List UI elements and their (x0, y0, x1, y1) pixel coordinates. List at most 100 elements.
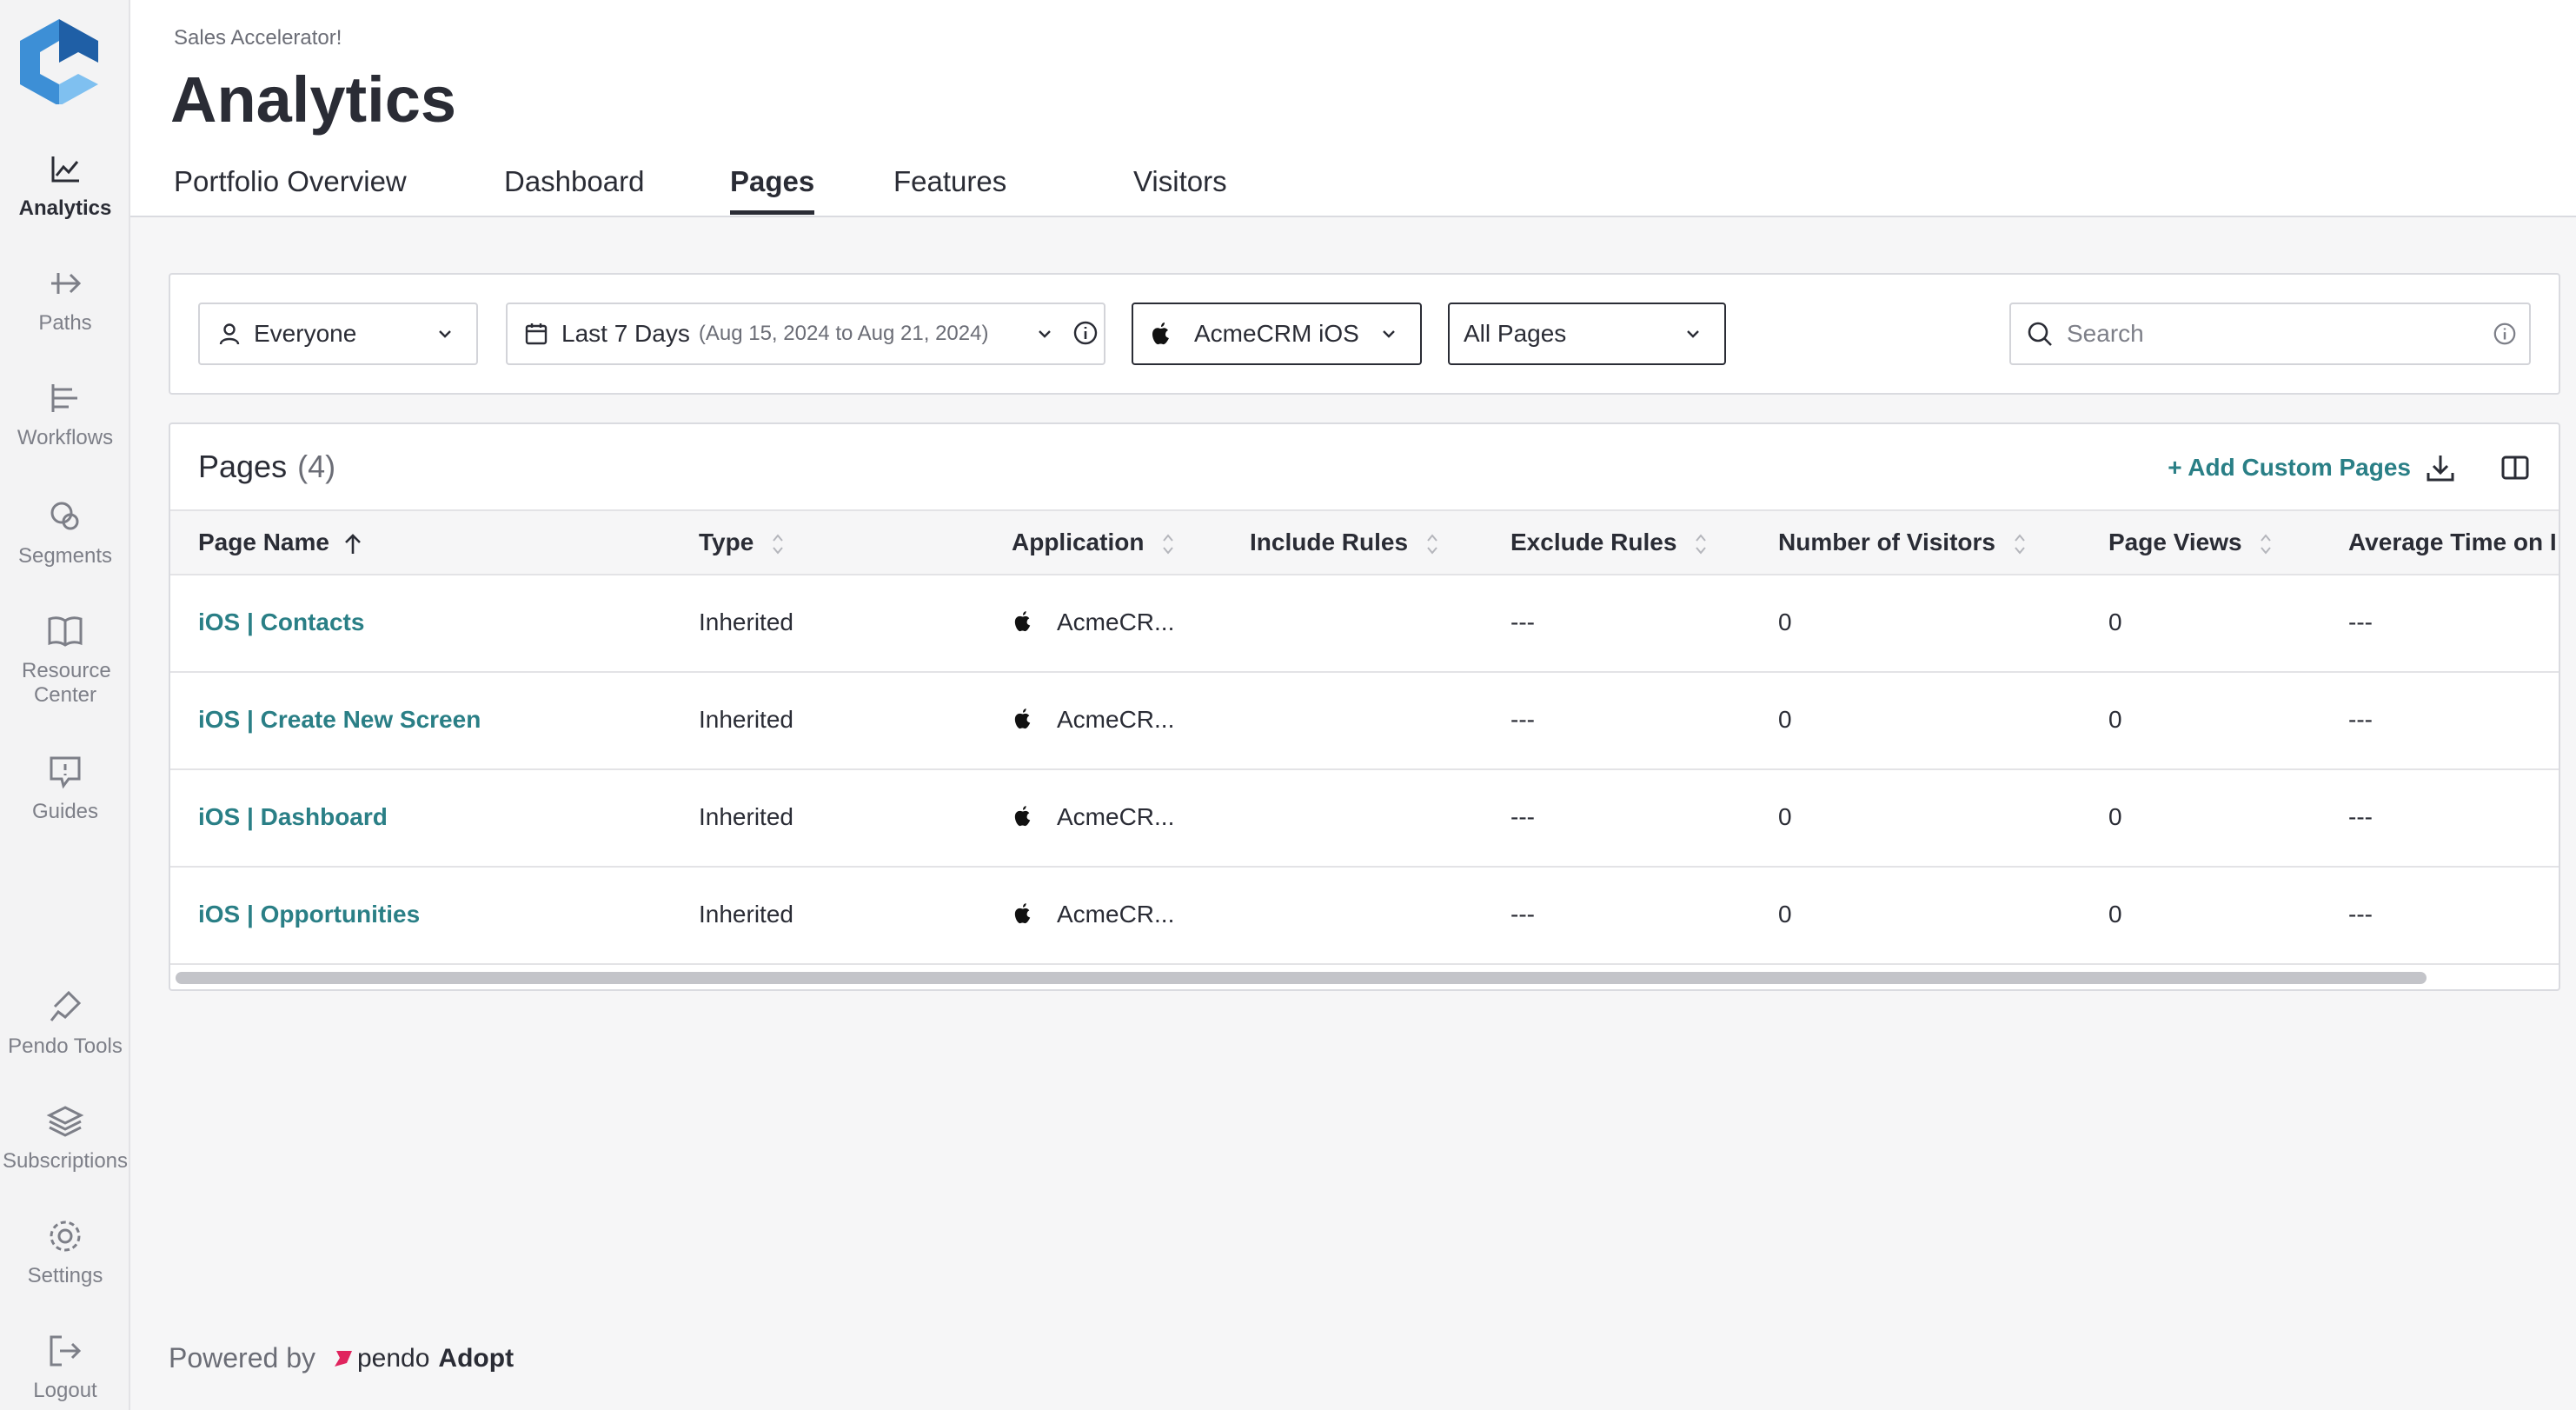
sidebar-item-subscriptions[interactable]: Subscriptions (0, 1102, 130, 1174)
apple-icon (1014, 903, 1031, 924)
column-header-include-rules[interactable]: Include Rules (1250, 529, 1439, 557)
sidebar-item-workflows[interactable]: Workflows (0, 379, 130, 450)
column-label: Application (1012, 529, 1145, 555)
column-label: Page Views (2108, 529, 2242, 555)
date-range-value: Last 7 Days (561, 320, 690, 347)
sort-icon[interactable] (1161, 531, 1175, 557)
column-label: Page Name (198, 529, 329, 555)
page-name-link[interactable]: iOS | Contacts (198, 609, 364, 636)
sidebar-item-label: Paths (38, 311, 92, 335)
avg-time-cell: --- (2348, 609, 2373, 635)
workflows-icon (51, 384, 77, 412)
column-header-application[interactable]: Application (1012, 529, 1175, 557)
column-header-exclude-rules[interactable]: Exclude Rules (1510, 529, 1708, 557)
type-cell: Inherited (699, 901, 793, 928)
page-name-link[interactable]: iOS | Opportunities (198, 901, 420, 928)
application-cell: AcmeCR... (1013, 803, 1174, 831)
tab-features[interactable]: Features (893, 165, 1006, 198)
sidebar-item-paths[interactable]: Paths (0, 264, 130, 336)
avg-time-cell: --- (2348, 901, 2373, 928)
tab-visitors[interactable]: Visitors (1133, 165, 1227, 198)
sidebar-item-analytics[interactable]: Analytics (0, 150, 130, 221)
table-title-text: Pages (198, 449, 288, 484)
exclude-rules-cell: --- (1510, 609, 1535, 635)
application-value: AcmeCRM iOS (1194, 320, 1359, 347)
application-name: AcmeCR... (1057, 706, 1175, 733)
columns-icon[interactable] (2500, 452, 2531, 483)
sidebar-item-pendo-tools[interactable]: Pendo Tools (0, 988, 130, 1059)
footer: Powered by pendo Adopt (169, 1342, 514, 1374)
application-cell: AcmeCR... (1013, 901, 1174, 928)
table-row[interactable]: iOS | Contacts Inherited AcmeCR... --- 0… (170, 575, 2559, 673)
add-custom-pages-button[interactable]: + Add Custom Pages (2168, 454, 2411, 482)
chevron-down-icon (439, 330, 451, 338)
sidebar-item-label: Pendo Tools (8, 1034, 123, 1058)
date-range-detail: (Aug 15, 2024 to Aug 21, 2024) (698, 322, 989, 345)
column-label: Type (699, 529, 754, 555)
segment-dropdown[interactable]: Everyone (198, 303, 478, 365)
product-name: Adopt (438, 1343, 515, 1373)
tab-portfolio-overview[interactable]: Portfolio Overview (174, 165, 407, 198)
page-filter-dropdown[interactable]: All Pages (1448, 303, 1726, 365)
sort-icon[interactable] (771, 531, 785, 557)
download-icon[interactable] (2425, 452, 2456, 483)
sidebar-item-label: Workflows (17, 426, 114, 449)
sidebar-item-label: Analytics (18, 196, 112, 220)
pendo-logo: pendo Adopt (333, 1344, 514, 1373)
segments-icon (50, 502, 79, 530)
visitors-cell: 0 (1778, 901, 1792, 928)
info-icon[interactable] (1072, 320, 1099, 346)
scrollbar-thumb[interactable] (176, 972, 2427, 984)
tab-pages[interactable]: Pages (730, 165, 815, 215)
user-icon (219, 323, 240, 345)
calendar-icon (525, 323, 548, 345)
column-header-page-views[interactable]: Page Views (2108, 529, 2273, 557)
powered-by-text: Powered by (169, 1342, 315, 1373)
table-row[interactable]: iOS | Dashboard Inherited AcmeCR... --- … (170, 770, 2559, 868)
application-name: AcmeCR... (1057, 609, 1175, 635)
table-count: (4) (297, 449, 336, 484)
sidebar: Analytics Paths Workflows Segments Resou… (0, 0, 130, 1410)
column-header-type[interactable]: Type (699, 529, 785, 557)
page-name-link[interactable]: iOS | Dashboard (198, 803, 388, 831)
column-header-number-of-visitors[interactable]: Number of Visitors (1778, 529, 2027, 557)
chevron-down-icon (1383, 330, 1395, 338)
application-dropdown[interactable]: AcmeCRM iOS (1132, 303, 1422, 365)
sort-ascending-icon[interactable] (343, 533, 362, 555)
sidebar-item-resource-center[interactable]: Resource Center (0, 612, 130, 708)
app-logo[interactable] (16, 17, 103, 106)
tab-dashboard[interactable]: Dashboard (504, 165, 644, 198)
sidebar-item-logout[interactable]: Logout (0, 1332, 130, 1403)
sidebar-item-settings[interactable]: Settings (0, 1217, 130, 1288)
sidebar-item-segments[interactable]: Segments (0, 497, 130, 569)
column-header-average-time[interactable]: Average Time on I (2348, 529, 2557, 556)
sort-icon[interactable] (2259, 531, 2273, 557)
layers-icon (46, 1106, 84, 1137)
sort-icon[interactable] (1425, 531, 1439, 557)
table-row[interactable]: iOS | Opportunities Inherited AcmeCR... … (170, 868, 2559, 965)
page-views-cell: 0 (2108, 803, 2122, 830)
info-icon[interactable] (2493, 322, 2517, 346)
breadcrumb[interactable]: Sales Accelerator! (174, 26, 342, 50)
type-cell: Inherited (699, 609, 793, 635)
search-icon (2028, 322, 2052, 346)
application-name: AcmeCR... (1057, 803, 1175, 830)
apple-icon (1014, 806, 1031, 827)
sort-icon[interactable] (2013, 531, 2027, 557)
sort-icon[interactable] (1694, 531, 1708, 557)
page-name-link[interactable]: iOS | Create New Screen (198, 706, 481, 734)
sidebar-item-guides[interactable]: Guides (0, 753, 130, 824)
column-header-page-name[interactable]: Page Name (198, 529, 362, 556)
visitors-cell: 0 (1778, 609, 1792, 635)
search-input[interactable]: Search (2009, 303, 2531, 365)
segment-value: Everyone (254, 320, 357, 347)
column-label: Exclude Rules (1510, 529, 1677, 555)
sidebar-item-label: Subscriptions (2, 1149, 129, 1173)
type-cell: Inherited (699, 706, 793, 733)
avg-time-cell: --- (2348, 706, 2373, 733)
page-views-cell: 0 (2108, 706, 2122, 733)
date-range-dropdown[interactable]: Last 7 Days (Aug 15, 2024 to Aug 21, 202… (506, 303, 1105, 365)
table-row[interactable]: iOS | Create New Screen Inherited AcmeCR… (170, 673, 2559, 770)
exclude-rules-cell: --- (1510, 706, 1535, 733)
horizontal-scrollbar[interactable] (176, 970, 2557, 986)
